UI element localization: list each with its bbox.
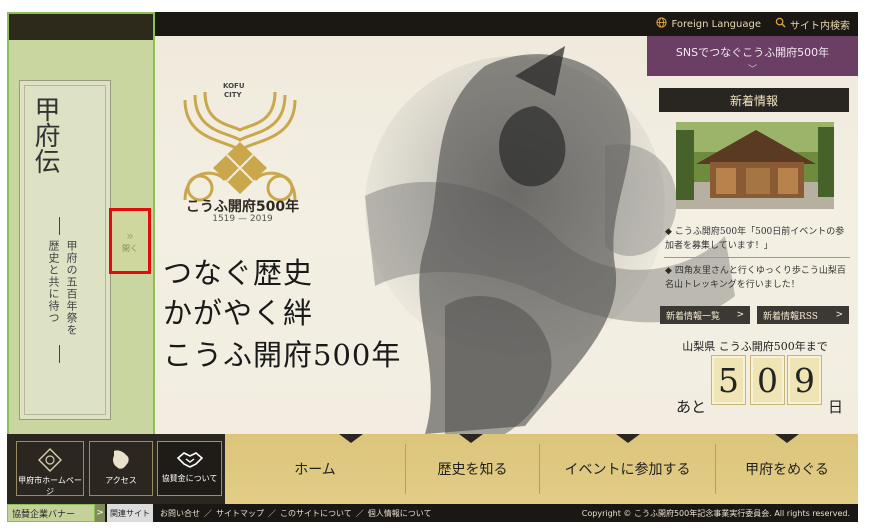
- main-nav: ホーム 歴史を知る イベントに参加する 甲府をめぐる: [225, 434, 858, 504]
- top-bar: Foreign Language サイト内検索: [155, 12, 858, 36]
- catch-line-1: つなぐ歴史: [163, 256, 314, 290]
- news-item-2-text: 四角友里さんと行くゆっくり歩こう山梨百名山トレッキングを行いました！: [665, 266, 846, 290]
- copyright: Copyright © こうふ開府500年記念事業実行委員会. All righ…: [581, 508, 850, 518]
- news-item-1[interactable]: ◆ こうふ開府500年「500日前イベントの参加者を募集しています！」: [665, 225, 847, 253]
- sponsor-banner-button[interactable]: 協賛企業バナー: [7, 504, 95, 522]
- chevron-right-icon: >: [736, 310, 744, 320]
- handshake-icon: [176, 452, 203, 468]
- site-search-link[interactable]: サイト内検索: [775, 17, 850, 32]
- nav-explore-kofu[interactable]: 甲府をめぐる: [716, 434, 858, 504]
- sns-bar-button[interactable]: SNSでつなぐこうふ開府500年 ﹀: [647, 36, 858, 76]
- news-photo-shrine[interactable]: [676, 122, 834, 209]
- site-search-label: サイト内検索: [790, 20, 850, 32]
- kofuden-title: 甲府伝: [30, 96, 60, 174]
- kofuden-subtitle-2: 歴史と共に待つ: [47, 240, 60, 324]
- catch-line-3: こうふ開府500年: [163, 338, 402, 372]
- nav-history[interactable]: 歴史を知る: [406, 434, 539, 504]
- countdown-digit: 9: [787, 355, 822, 405]
- globe-icon: [656, 17, 668, 31]
- diamond-bullet-icon: ◆: [665, 227, 672, 237]
- logo-years: 1519 — 2019: [212, 214, 273, 224]
- countdown-label: 山梨県 こうふ開府500年まで: [682, 340, 828, 353]
- logo-kofu-text: KOFU: [223, 82, 245, 90]
- news-item-2[interactable]: ◆ 四角友里さんと行くゆっくり歩こう山梨百名山トレッキングを行いました！: [665, 264, 847, 292]
- kofuden-subtitle-1: 甲府の五百年祭を: [65, 240, 78, 336]
- footer-link-privacy[interactable]: 個人情報について: [368, 508, 432, 519]
- access-button[interactable]: アクセス: [89, 441, 153, 496]
- news-list-label: 新着情報一覧: [666, 311, 721, 322]
- logo-city-text: CITY: [224, 91, 242, 99]
- kofu-city-homepage-button[interactable]: 甲府市ホームページ: [16, 441, 84, 496]
- map-icon: [113, 450, 129, 469]
- foreign-language-label: Foreign Language: [671, 18, 761, 30]
- nav-events[interactable]: イベントに参加する: [540, 434, 715, 504]
- footer-link-sitemap[interactable]: サイトマップ: [216, 508, 264, 519]
- footer-separator: ／: [204, 508, 212, 518]
- news-rss-button[interactable]: 新着情報RSS >: [757, 306, 849, 324]
- news-rss-label: 新着情報RSS: [763, 311, 818, 322]
- chevron-down-icon: ﹀: [747, 65, 757, 75]
- subtitle-rule-top: [59, 217, 60, 235]
- chevron-right-icon: >: [835, 310, 843, 320]
- nav-marker: [775, 434, 799, 443]
- countdown-suffix: 日: [828, 398, 844, 416]
- sponsorship-label: 協賛金について: [161, 474, 218, 483]
- nav-marker: [339, 434, 363, 443]
- subtitle-rule-bottom: [59, 345, 60, 363]
- related-sites-button[interactable]: 関連サイト: [107, 504, 153, 522]
- news-title: 新着情報: [659, 88, 849, 112]
- footer-separator: ／: [355, 508, 364, 518]
- chevron-right-icon: >: [95, 504, 105, 522]
- sponsorship-button[interactable]: 協賛金について: [157, 441, 222, 496]
- footer-links: お問い合せ ／ サイトマップ ／ このサイトについて ／ 個人情報について: [160, 504, 432, 522]
- double-chevron-icon: »: [126, 228, 134, 243]
- news-item-1-text: こうふ開府500年「500日前イベントの参加者を募集しています！」: [665, 227, 845, 251]
- news-list-button[interactable]: 新着情報一覧 >: [660, 306, 750, 324]
- countdown-digit: 5: [711, 355, 746, 405]
- news-panel: 新着情報: [659, 88, 849, 112]
- footer-link-contact[interactable]: お問い合せ: [160, 508, 200, 519]
- nav-home[interactable]: ホーム: [225, 434, 405, 504]
- kofu-crest-icon: [38, 448, 62, 472]
- countdown-prefix: あと: [676, 398, 707, 416]
- footer-link-about[interactable]: このサイトについて: [280, 508, 352, 519]
- footer-separator: ／: [268, 508, 276, 518]
- logo-name: こうふ開府500年: [185, 199, 300, 215]
- page: Foreign Language サイト内検索 甲府伝 甲府の五百年祭を 歴史と…: [0, 0, 869, 532]
- sns-label: SNSでつなぐこうふ開府500年: [675, 46, 830, 59]
- nav-marker: [459, 434, 483, 443]
- sidebar-open-button[interactable]: » 開く: [109, 208, 151, 274]
- nav-marker: [616, 434, 640, 443]
- access-label: アクセス: [105, 476, 137, 485]
- news-divider: [664, 257, 850, 258]
- catch-line-2: かがやく絆: [163, 296, 314, 330]
- homepage-label: 甲府市ホームページ: [18, 476, 82, 496]
- search-icon: [775, 17, 786, 31]
- foreign-language-link[interactable]: Foreign Language: [656, 17, 761, 31]
- footer: 協賛企業バナー > 関連サイト お問い合せ ／ サイトマップ ／ このサイトにつ…: [7, 504, 858, 522]
- countdown-digit: 0: [750, 355, 785, 405]
- diamond-bullet-icon: ◆: [665, 266, 672, 276]
- open-label: 開く: [122, 243, 138, 253]
- sidebar-top-strip: [9, 14, 153, 40]
